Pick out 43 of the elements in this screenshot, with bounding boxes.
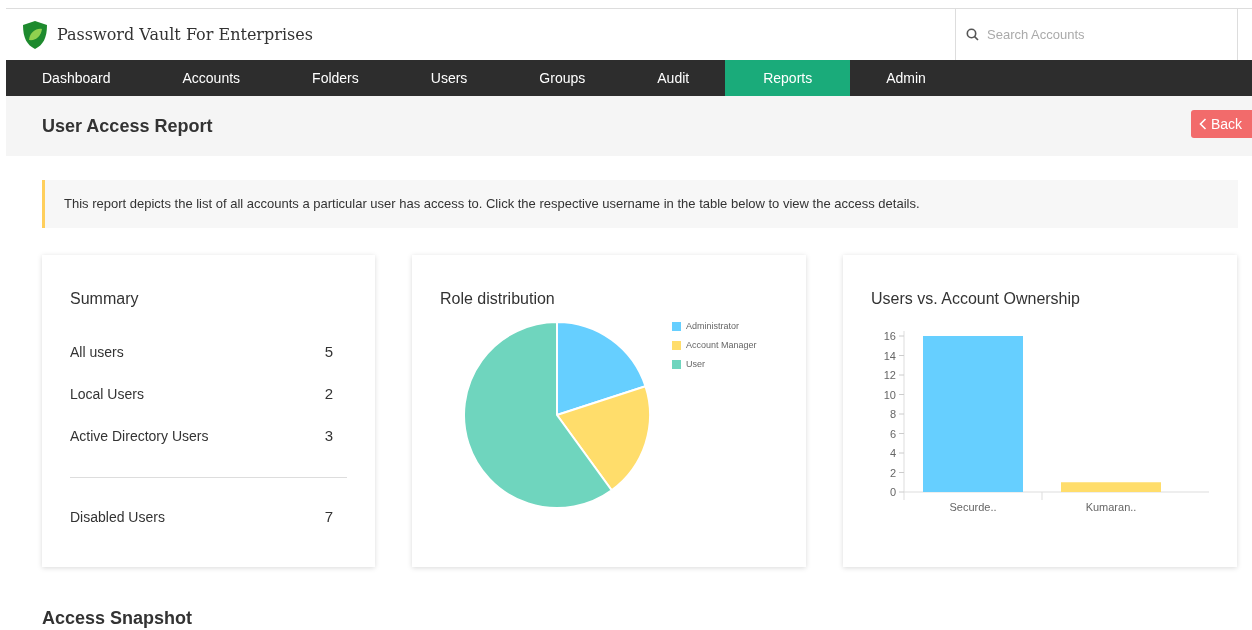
stat-label: Local Users bbox=[70, 384, 144, 404]
nav-tab[interactable]: Audit bbox=[621, 60, 726, 96]
shield-logo-icon bbox=[21, 19, 49, 50]
axis-tick-label: 14 bbox=[883, 349, 896, 362]
nav-tab[interactable]: Admin bbox=[850, 60, 962, 96]
nav-tab[interactable]: Accounts bbox=[146, 60, 277, 96]
search-input[interactable]: Search Accounts bbox=[987, 24, 1207, 45]
axis-tick-label: 16 bbox=[883, 330, 896, 342]
axis-tick-label: 0 bbox=[889, 486, 896, 498]
nav-tab[interactable]: Users bbox=[394, 60, 504, 96]
stat-value: 2 bbox=[324, 383, 333, 404]
stat-value: 7 bbox=[324, 506, 333, 527]
axis-tick-label: 10 bbox=[883, 388, 896, 401]
chevron-left-icon bbox=[1198, 118, 1207, 130]
axis-tick-label: 4 bbox=[889, 447, 896, 459]
stat-label: All users bbox=[70, 342, 124, 362]
axis-tick-label: 12 bbox=[883, 369, 896, 381]
card-title: Users vs. Account Ownership bbox=[871, 289, 1081, 309]
legend-label: User bbox=[686, 358, 705, 371]
stat-label: Active Directory Users bbox=[70, 426, 209, 446]
axis-tick-label: 2 bbox=[889, 466, 896, 479]
nav-tab[interactable]: Dashboard bbox=[6, 60, 147, 96]
nav-tab[interactable]: Folders bbox=[276, 60, 395, 96]
card-title: Role distribution bbox=[440, 289, 556, 309]
stat-label: Disabled Users bbox=[70, 507, 165, 527]
legend-swatch bbox=[672, 340, 681, 350]
legend-label: Administrator bbox=[686, 320, 739, 333]
axis-category-label: Securde.. bbox=[949, 501, 997, 513]
stat-value: 3 bbox=[324, 425, 333, 446]
nav-tab[interactable]: Groups bbox=[503, 60, 622, 96]
card-title: Summary bbox=[70, 289, 140, 309]
legend-swatch bbox=[672, 321, 681, 331]
info-message: This report depicts the list of all accounts a particular user has access to. Click the respective username in the table below to view the access details. bbox=[42, 180, 1238, 228]
section-title: Access Snapshot bbox=[42, 607, 194, 629]
axis-tick-label: 6 bbox=[889, 427, 896, 440]
search-icon bbox=[966, 28, 979, 41]
legend-swatch bbox=[672, 359, 681, 369]
stat-value: 5 bbox=[324, 341, 333, 362]
legend-label: Account Manager bbox=[686, 339, 757, 352]
page-title: User Access Report bbox=[42, 114, 213, 138]
axis-tick-label: 8 bbox=[889, 408, 896, 420]
axis-category-label: Kumaran.. bbox=[1085, 501, 1137, 513]
product-name: Password Vault For Enterprises bbox=[57, 23, 313, 46]
